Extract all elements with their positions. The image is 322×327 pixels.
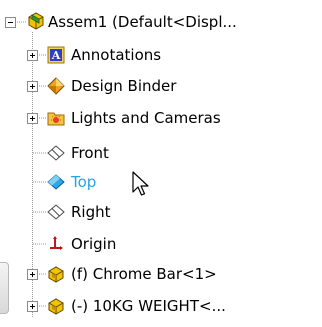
expand-toggle[interactable] [27,81,38,92]
tree-item-label: Lights and Cameras [71,109,221,127]
tree-item-chrome-bar[interactable]: (f) Chrome Bar<1> [0,261,322,287]
expand-toggle[interactable] [27,301,38,312]
part-icon [46,264,66,284]
panel-resize-handle[interactable] [0,262,9,314]
tree-item-label: Design Binder [71,77,177,95]
expand-toggle[interactable] [27,113,38,124]
expand-toggle[interactable] [27,269,38,280]
tree-item-label: (f) Chrome Bar<1> [71,265,217,283]
tree-root-label: Assem1 (Default<Displ... [48,13,237,31]
tree-item-front-plane[interactable]: Front [0,140,322,166]
plane-icon [46,202,66,222]
tree-root-row[interactable]: Assem1 (Default<Displ... [0,9,322,35]
feature-manager-tree: Assem1 (Default<Displ... A Annotations D… [0,0,322,327]
tree-item-label: Annotations [71,46,162,64]
tree-item-label: Right [71,203,111,221]
collapse-toggle[interactable] [5,17,16,28]
lights-cameras-icon [46,108,66,128]
tree-item-top-plane[interactable]: Top [0,169,322,195]
tree-item-label: Top [71,173,97,191]
mouse-pointer-icon [132,171,149,196]
part-icon [46,296,66,316]
tree-item-origin[interactable]: Origin [0,231,322,257]
tree-item-label: Front [71,144,109,162]
expand-toggle[interactable] [27,50,38,61]
tree-item-annotations[interactable]: A Annotations [0,42,322,68]
assembly-icon [26,11,46,31]
design-binder-icon [46,76,66,96]
plane-icon [46,143,66,163]
tree-item-10kg-weight[interactable]: (-) 10KG WEIGHT<... [0,293,322,319]
tree-item-label: Origin [71,235,117,253]
tree-item-label: (-) 10KG WEIGHT<... [71,297,226,315]
tree-item-right-plane[interactable]: Right [0,199,322,225]
svg-text:A: A [51,49,61,62]
tree-item-design-binder[interactable]: Design Binder [0,73,322,99]
tree-item-lights-and-cameras[interactable]: Lights and Cameras [0,105,322,131]
plane-icon [46,172,66,192]
annotations-icon: A [46,45,66,65]
origin-icon [46,234,66,254]
